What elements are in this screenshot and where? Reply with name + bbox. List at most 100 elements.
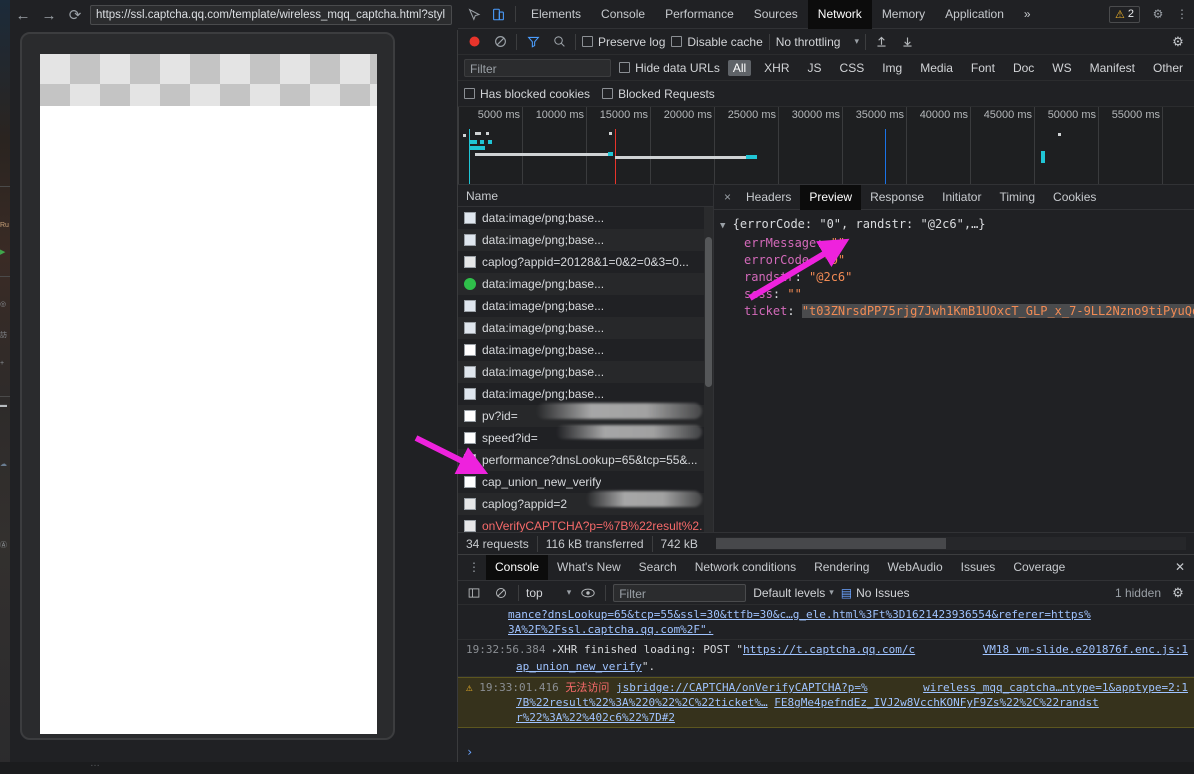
tab-overflow-chevron-icon[interactable]: » [1014, 0, 1041, 29]
reload-icon[interactable]: ⟳ [62, 2, 88, 28]
console-messages[interactable]: mance?dnsLookup=65&tcp=55&ssl=30&ttfb=30… [458, 605, 1194, 742]
live-expression-eye-icon[interactable] [578, 583, 598, 603]
search-icon[interactable] [549, 32, 569, 52]
type-chip-all[interactable]: All [728, 60, 751, 76]
log-levels-select[interactable]: Default levels ▾ [753, 586, 834, 600]
back-icon[interactable]: ← [10, 2, 36, 28]
import-har-icon[interactable] [872, 32, 892, 52]
json-value-selected[interactable]: "t03ZNrsdPP75rjg7Jwh1KmB1UOxcT_GLP_x_7-9… [802, 304, 1194, 318]
has-blocked-cookies-checkbox[interactable]: Has blocked cookies [464, 87, 590, 101]
log-message-warning[interactable]: wireless_mqq_captcha…ntype=1&apptype=2:1… [458, 677, 1194, 728]
network-settings-gear-icon[interactable]: ⚙ [1168, 32, 1188, 52]
log-message-xhr[interactable]: VM18 vm-slide.e201876f.enc.js:1 19:32:56… [458, 640, 1194, 677]
tab-initiator[interactable]: Initiator [933, 185, 990, 210]
tab-memory[interactable]: Memory [872, 0, 935, 29]
request-rows[interactable]: data:image/png;base... data:image/png;ba… [458, 207, 713, 532]
log-link[interactable]: ap_union_new_verify [516, 660, 642, 673]
log-message-continuation[interactable]: mance?dnsLookup=65&tcp=55&ssl=30&ttfb=30… [458, 605, 1194, 640]
tab-console[interactable]: Console [591, 0, 655, 29]
page-viewport[interactable] [40, 54, 377, 734]
tab-headers[interactable]: Headers [737, 185, 800, 210]
clear-console-icon[interactable] [491, 583, 511, 603]
json-row[interactable]: errorCode: "0" [720, 252, 1194, 269]
log-link[interactable]: r%22%3A%22%402c6%22%7D#2 [516, 711, 675, 724]
table-row[interactable]: data:image/png;base... [458, 273, 713, 295]
log-source-link[interactable]: VM18 vm-slide.e201876f.enc.js:1 [983, 642, 1188, 657]
table-row[interactable]: data:image/png;base... [458, 317, 713, 339]
tab-application[interactable]: Application [935, 0, 1014, 29]
table-row[interactable]: caplog?appid=20128&1=0&2=0&3=0... [458, 251, 713, 273]
drawer-tab-issues[interactable]: Issues [952, 555, 1005, 580]
console-sidebar-icon[interactable] [464, 583, 484, 603]
disable-cache-checkbox[interactable]: Disable cache [671, 35, 762, 49]
table-row[interactable]: data:image/png;base... [458, 383, 713, 405]
blocked-requests-checkbox[interactable]: Blocked Requests [602, 87, 715, 101]
tab-response[interactable]: Response [861, 185, 933, 210]
log-link[interactable]: 3A%2F%2Fssl.captcha.qq.com%2F". [508, 623, 713, 636]
table-row[interactable]: data:image/png;base... [458, 295, 713, 317]
json-row[interactable]: sess: "" [720, 286, 1194, 303]
throttling-select[interactable]: No throttling ▾ [776, 35, 859, 49]
inspect-element-icon[interactable] [462, 2, 486, 26]
type-chip-font[interactable]: Font [966, 60, 1000, 76]
preview-json-viewer[interactable]: ▼ {errorCode: "0", randstr: "@2c6",…} er… [714, 210, 1194, 532]
type-chip-xhr[interactable]: XHR [759, 60, 794, 76]
drawer-more-icon[interactable]: ⋮ [462, 555, 486, 580]
json-row-ticket[interactable]: ticket: "t03ZNrsdPP75rjg7Jwh1KmB1UOxcT_G… [720, 303, 1194, 320]
type-chip-css[interactable]: CSS [835, 60, 870, 76]
export-har-icon[interactable] [898, 32, 918, 52]
drawer-tab-webaudio[interactable]: WebAudio [878, 555, 951, 580]
type-chip-doc[interactable]: Doc [1008, 60, 1039, 76]
json-row[interactable]: randstr: "@2c6" [720, 269, 1194, 286]
more-vertical-icon[interactable]: ⋮ [1170, 2, 1194, 26]
filter-icon[interactable] [523, 32, 543, 52]
address-bar[interactable]: https://ssl.captcha.qq.com/template/wire… [90, 5, 452, 25]
log-link[interactable]: https://t.captcha.qq.com/c [743, 643, 915, 656]
type-chip-img[interactable]: Img [877, 60, 907, 76]
device-toolbar-icon[interactable] [486, 2, 510, 26]
chevron-down-icon[interactable]: ▼ [720, 221, 725, 231]
drawer-close-icon[interactable]: ✕ [1166, 555, 1194, 580]
log-source-link[interactable]: wireless_mqq_captcha…ntype=1&apptype=2:1 [923, 680, 1188, 695]
drawer-tab-rendering[interactable]: Rendering [805, 555, 878, 580]
tab-elements[interactable]: Elements [521, 0, 591, 29]
table-row[interactable]: data:image/png;base... [458, 207, 713, 229]
type-chip-other[interactable]: Other [1148, 60, 1188, 76]
log-link[interactable]: mance?dnsLookup=65&tcp=55&ssl=30&ttfb=30… [508, 608, 1091, 621]
tab-network[interactable]: Network [808, 0, 872, 29]
issues-badge[interactable]: ▤ No Issues [841, 586, 910, 600]
drawer-tab-console[interactable]: Console [486, 555, 548, 580]
drawer-tab-whats-new[interactable]: What's New [548, 555, 630, 580]
drawer-tab-search[interactable]: Search [630, 555, 686, 580]
tab-cookies[interactable]: Cookies [1044, 185, 1105, 210]
preserve-log-checkbox[interactable]: Preserve log [582, 35, 665, 49]
tab-timing[interactable]: Timing [990, 185, 1044, 210]
close-icon[interactable]: × [718, 185, 737, 210]
table-row[interactable]: data:image/png;base... [458, 229, 713, 251]
json-row[interactable]: errMessage: "" [720, 235, 1194, 252]
hide-data-urls-checkbox[interactable]: Hide data URLs [619, 61, 720, 75]
record-button[interactable] [464, 32, 484, 52]
type-chip-manifest[interactable]: Manifest [1085, 60, 1140, 76]
clear-button[interactable] [490, 32, 510, 52]
network-filter-input[interactable]: Filter [464, 59, 611, 77]
drawer-tab-coverage[interactable]: Coverage [1004, 555, 1074, 580]
log-link[interactable]: jsbridge://CAPTCHA/onVerifyCAPTCHA?p=% [616, 681, 868, 694]
table-row[interactable]: performance?dnsLookup=65&tcp=55&... [458, 449, 713, 471]
table-row[interactable]: onVerifyCAPTCHA?p=%7B%22result%2. [458, 515, 713, 532]
drawer-tab-network-conditions[interactable]: Network conditions [686, 555, 805, 580]
json-root-row[interactable]: ▼ {errorCode: "0", randstr: "@2c6",…} [720, 216, 1194, 235]
table-row[interactable]: cap_union_new_verify [458, 471, 713, 493]
type-chip-js[interactable]: JS [803, 60, 827, 76]
request-list-scrollbar[interactable] [704, 207, 713, 532]
execution-context-select[interactable]: top ▾ [526, 586, 571, 600]
log-link[interactable]: 7B%22result%22%3A%220%22%2C%22ticket%… [516, 696, 768, 709]
console-filter-input[interactable]: Filter [613, 584, 746, 602]
tab-preview[interactable]: Preview [800, 185, 861, 210]
tab-sources[interactable]: Sources [744, 0, 808, 29]
table-row[interactable]: data:image/png;base... [458, 361, 713, 383]
type-chip-ws[interactable]: WS [1047, 60, 1076, 76]
tab-performance[interactable]: Performance [655, 0, 744, 29]
warning-badge[interactable]: ⚠ 2 [1109, 6, 1140, 23]
network-overview-timeline[interactable]: 5000 ms 10000 ms 15000 ms 20000 ms 25000… [458, 107, 1194, 185]
